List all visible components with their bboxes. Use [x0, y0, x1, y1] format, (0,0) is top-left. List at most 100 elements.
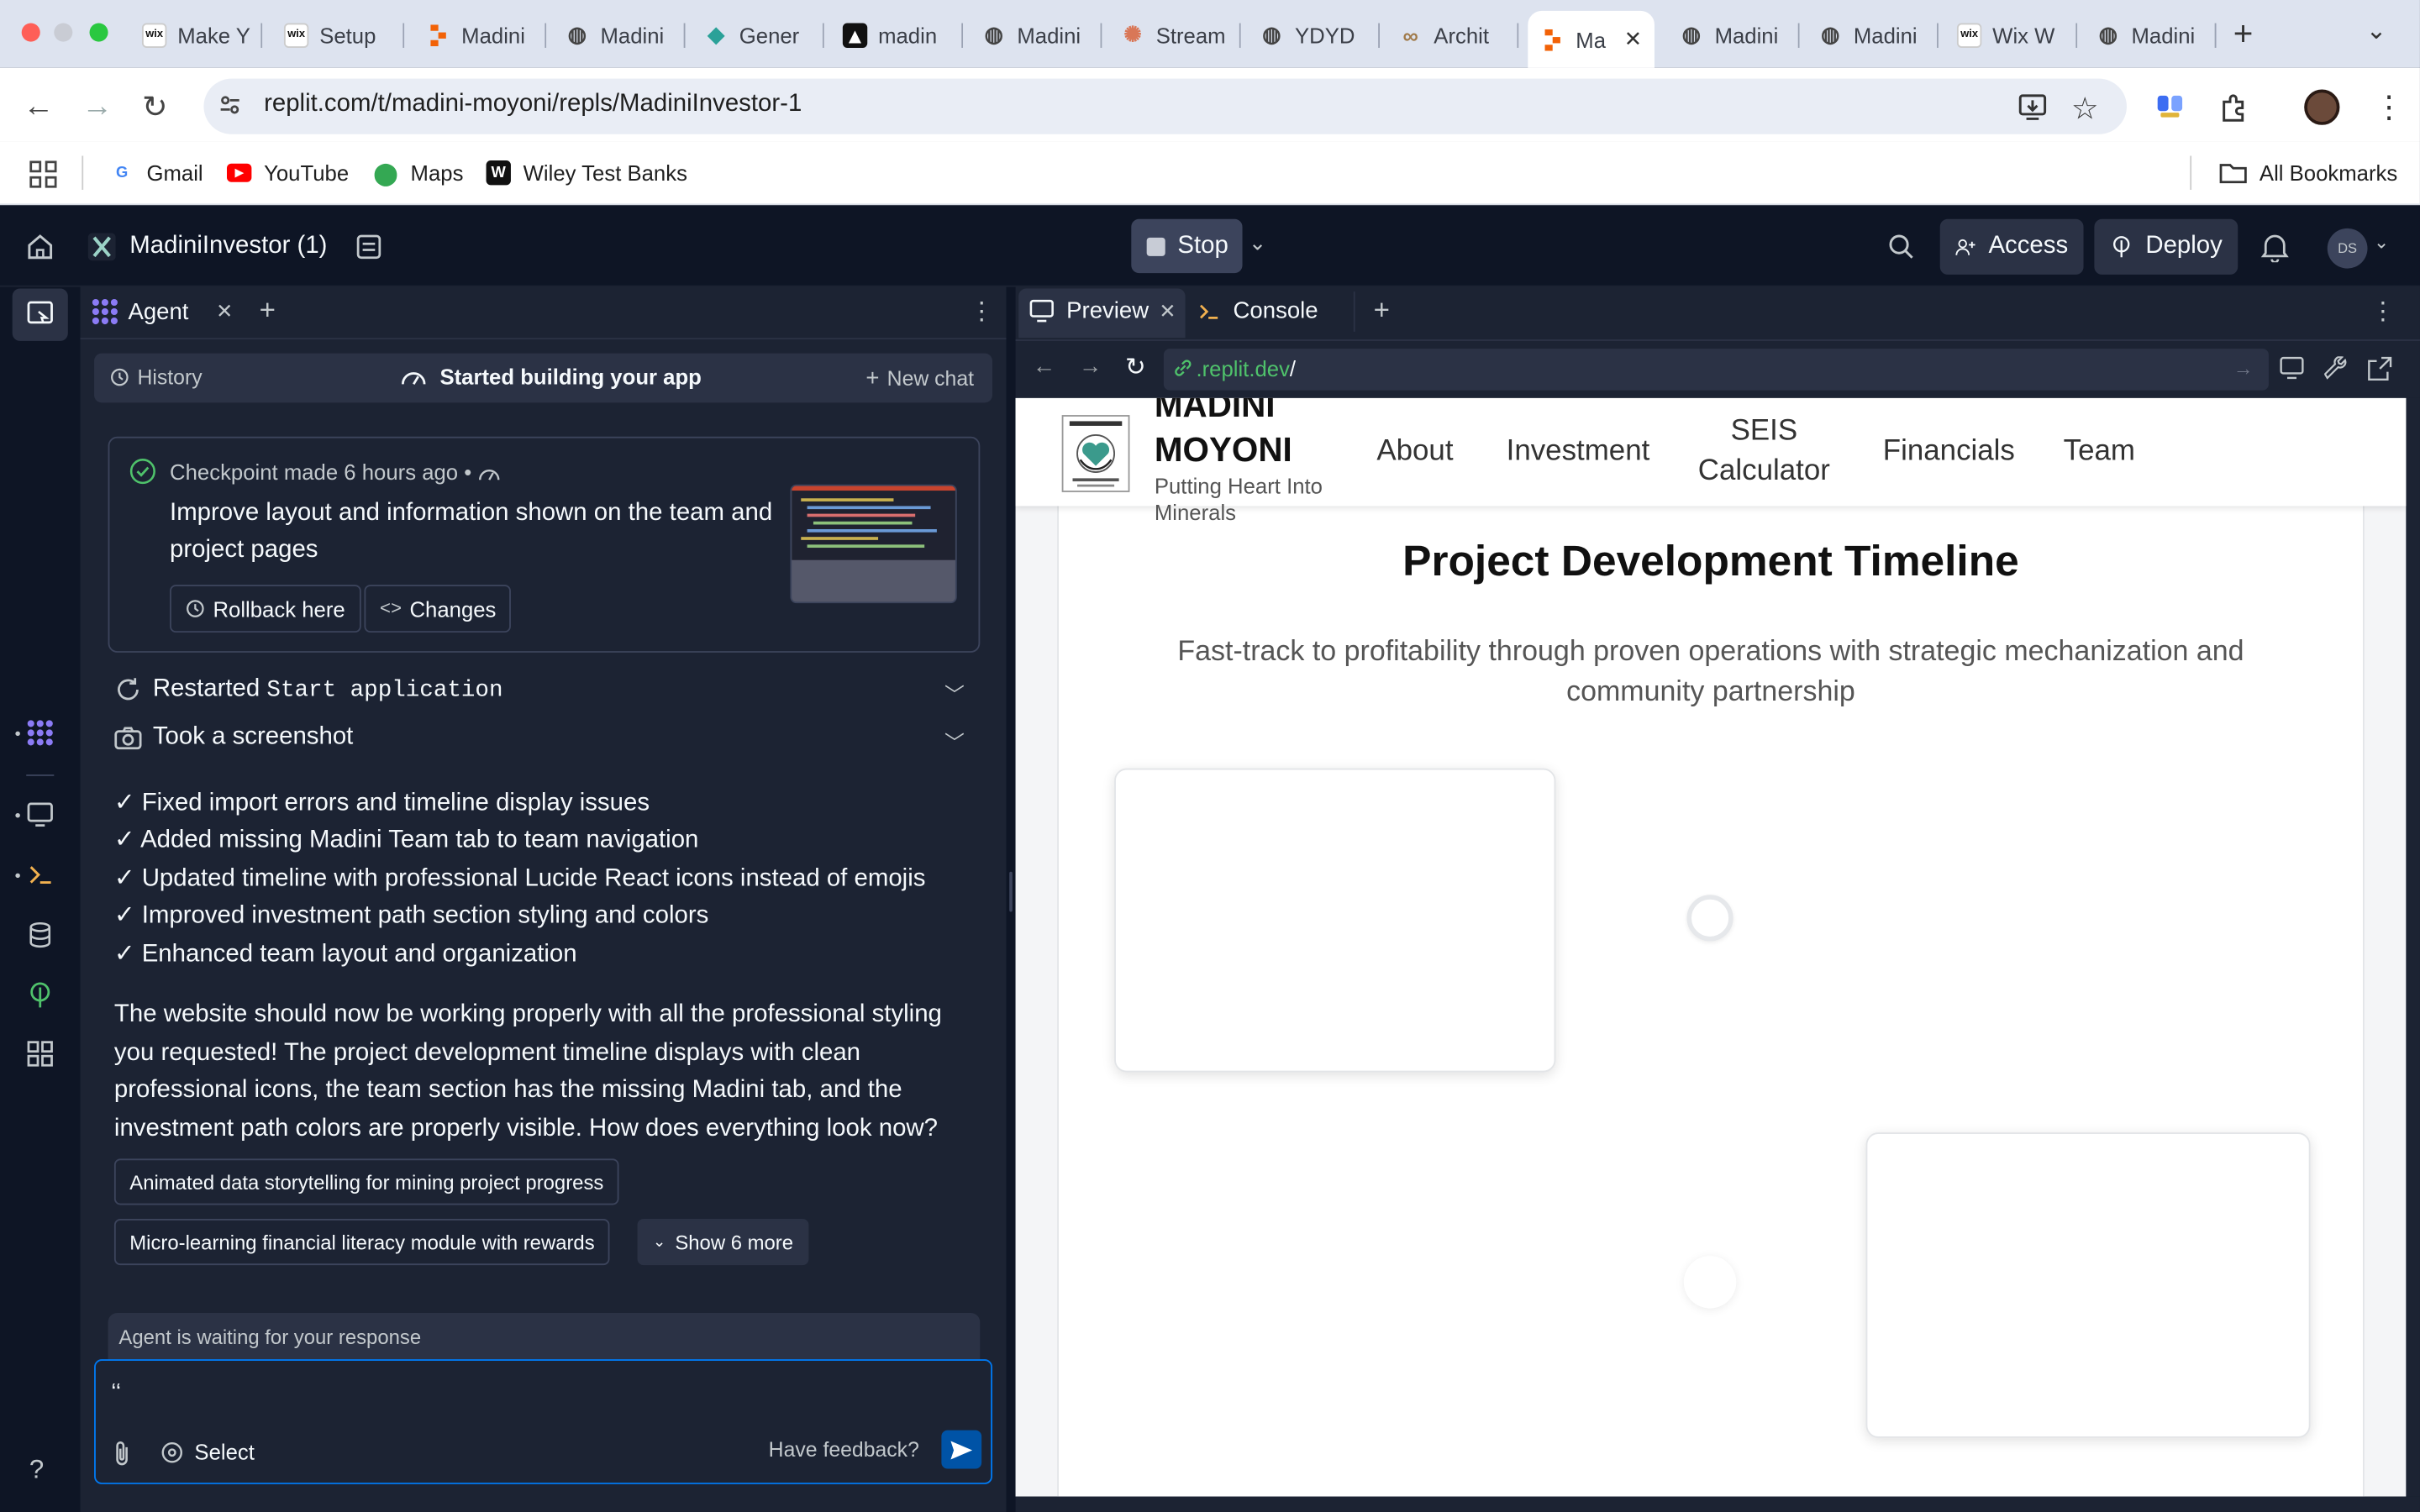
project-info-icon[interactable] [355, 233, 382, 260]
tab-agent[interactable]: Agent [91, 297, 188, 325]
user-menu-chevron-icon[interactable]: ⌄ [2374, 232, 2389, 254]
rollback-button[interactable]: Rollback here [170, 585, 361, 633]
nav-link-team[interactable]: Team [2064, 432, 2135, 472]
stop-button[interactable]: Stop [1131, 218, 1243, 274]
screenshot-row[interactable]: Took a screenshot [114, 723, 353, 751]
agent-icon[interactable] [26, 719, 54, 747]
browser-tab[interactable]: ◍ Madini [1667, 11, 1800, 59]
all-tools-icon[interactable] [26, 1040, 54, 1068]
site-logo[interactable] [1061, 415, 1130, 492]
show-more-button[interactable]: ⌄ Show 6 more [637, 1218, 809, 1266]
expand-chevron-icon[interactable]: ﹀ [944, 679, 965, 708]
project-name[interactable]: MadiniInvestor (1) [129, 233, 327, 260]
new-chat-button[interactable]: + New chat [865, 365, 974, 391]
file-explorer-icon[interactable] [26, 299, 54, 327]
browser-tab[interactable]: wix Wix W [1944, 11, 2078, 59]
deployments-icon[interactable] [26, 981, 54, 1009]
expand-chevron-icon[interactable]: ﹀ [944, 727, 965, 756]
suggestion-chip[interactable]: Micro-learning financial literacy module… [113, 1218, 611, 1266]
open-url-arrow-icon[interactable]: → [2233, 356, 2254, 380]
close-tab-icon[interactable]: ✕ [1615, 26, 1643, 52]
suggestion-chip[interactable]: Animated data storytelling for mining pr… [113, 1158, 619, 1205]
browser-tab[interactable]: ◆ Gener [692, 11, 824, 59]
apps-grid-icon[interactable] [29, 160, 57, 188]
help-icon[interactable]: ? [29, 1455, 44, 1486]
add-tab-icon[interactable]: + [1374, 295, 1390, 328]
preview-back-icon[interactable]: ← [1033, 354, 1056, 380]
deploy-button[interactable]: Deploy [2094, 218, 2238, 275]
tab-preview[interactable]: Preview [1029, 297, 1149, 324]
nav-link-about[interactable]: About [1376, 432, 1453, 472]
browser-tab[interactable]: ◍ Madini [2084, 11, 2217, 59]
devtools-wrench-icon[interactable] [2323, 355, 2349, 381]
close-window-button[interactable] [21, 23, 40, 42]
browser-menu-icon[interactable]: ⋮ [2374, 88, 2405, 127]
preview-forward-icon[interactable]: → [1079, 354, 1102, 380]
bookmark-maps[interactable]: ⬤ Maps [373, 160, 464, 185]
minimize-window-button[interactable] [54, 23, 73, 42]
browser-tab[interactable]: ∞ Archit [1386, 11, 1519, 59]
select-element-button[interactable]: Select [160, 1440, 255, 1464]
attach-paperclip-icon[interactable] [109, 1440, 134, 1467]
preview-pane-menu-icon[interactable]: ⋮ [2370, 297, 2395, 328]
browser-tab[interactable]: ✺ Stream [1108, 11, 1241, 59]
preview-url-field[interactable] [1163, 349, 2269, 391]
new-tab-button[interactable]: + [2233, 14, 2254, 55]
forward-icon[interactable]: → [82, 90, 113, 125]
tab-search-icon[interactable]: ⌄ [2366, 15, 2387, 46]
nav-link-investment[interactable]: Investment [1507, 432, 1650, 472]
feedback-link[interactable]: Have feedback? [769, 1438, 919, 1462]
browser-tab[interactable]: ◍ YDYD [1247, 11, 1381, 59]
bookmark-gmail[interactable]: G Gmail [109, 160, 203, 185]
preview-reload-icon[interactable]: ↻ [1125, 352, 1146, 383]
search-icon[interactable] [1887, 233, 1915, 260]
device-preview-icon[interactable] [2280, 356, 2304, 380]
home-icon[interactable] [26, 233, 54, 260]
nav-link-financials[interactable]: Financials [1883, 432, 2015, 472]
back-icon[interactable]: ← [24, 90, 55, 125]
open-new-window-icon[interactable] [2367, 356, 2392, 381]
extensions-puzzle-icon[interactable] [2217, 92, 2249, 123]
install-app-icon[interactable] [2018, 91, 2049, 122]
site-info-icon[interactable] [218, 92, 242, 117]
all-bookmarks[interactable]: All Bookmarks [2219, 160, 2397, 185]
browser-tab[interactable]: Madini [413, 11, 547, 59]
notifications-bell-icon[interactable] [2260, 232, 2289, 264]
access-button[interactable]: Access [1939, 218, 2084, 275]
agent-input[interactable] [94, 1359, 992, 1484]
agent-pane-menu-icon[interactable]: ⋮ [969, 297, 993, 328]
site-brand-line2[interactable]: MOYONI [1155, 430, 1292, 470]
nav-link-seis-calculator[interactable]: SEIS Calculator [1688, 412, 1839, 492]
reload-icon[interactable]: ↻ [142, 88, 168, 127]
changes-button[interactable]: <> Changes [364, 585, 512, 633]
browser-tab[interactable]: ◍ Madini [969, 11, 1102, 59]
checkpoint-thumbnail[interactable] [790, 484, 957, 604]
restarted-row[interactable]: Restarted Start application [114, 675, 503, 703]
agent-input-value[interactable]: ‘‘ [111, 1379, 121, 1405]
extension-profile-icon[interactable] [2156, 92, 2184, 120]
preview-scrollbar[interactable] [2406, 397, 2420, 1497]
bookmark-star-icon[interactable]: ☆ [2071, 90, 2099, 129]
send-button[interactable] [941, 1430, 982, 1469]
user-avatar[interactable]: DS [2327, 228, 2368, 269]
bookmark-wiley[interactable]: W Wiley Test Banks [486, 160, 687, 186]
run-options-chevron-icon[interactable]: ⌄ [1249, 230, 1267, 256]
browser-tab[interactable]: ▲ madin [830, 11, 964, 59]
site-brand-line1[interactable]: MADINI [1155, 398, 1276, 426]
browser-tab[interactable]: ◍ Madini [553, 11, 686, 59]
profile-avatar[interactable] [2304, 89, 2340, 125]
browser-tab[interactable]: wix Setup [271, 11, 405, 59]
zoom-window-button[interactable] [89, 23, 108, 42]
resize-handle[interactable] [1009, 871, 1013, 912]
close-preview-tab-icon[interactable]: ✕ [1159, 299, 1176, 323]
browser-tab[interactable]: Ma ✕ [1528, 10, 1655, 68]
history-button[interactable]: History [109, 365, 203, 389]
tab-console[interactable]: Console [1197, 297, 1318, 324]
database-icon[interactable] [26, 921, 54, 949]
browser-tab[interactable]: ◍ Madini [1806, 11, 1939, 59]
webview-icon[interactable] [26, 801, 54, 828]
console-icon[interactable] [26, 861, 54, 889]
bookmark-youtube[interactable]: ▶ YouTube [226, 160, 349, 185]
browser-tab[interactable]: wix Make Y [129, 11, 263, 59]
add-tab-icon[interactable]: + [260, 295, 276, 328]
